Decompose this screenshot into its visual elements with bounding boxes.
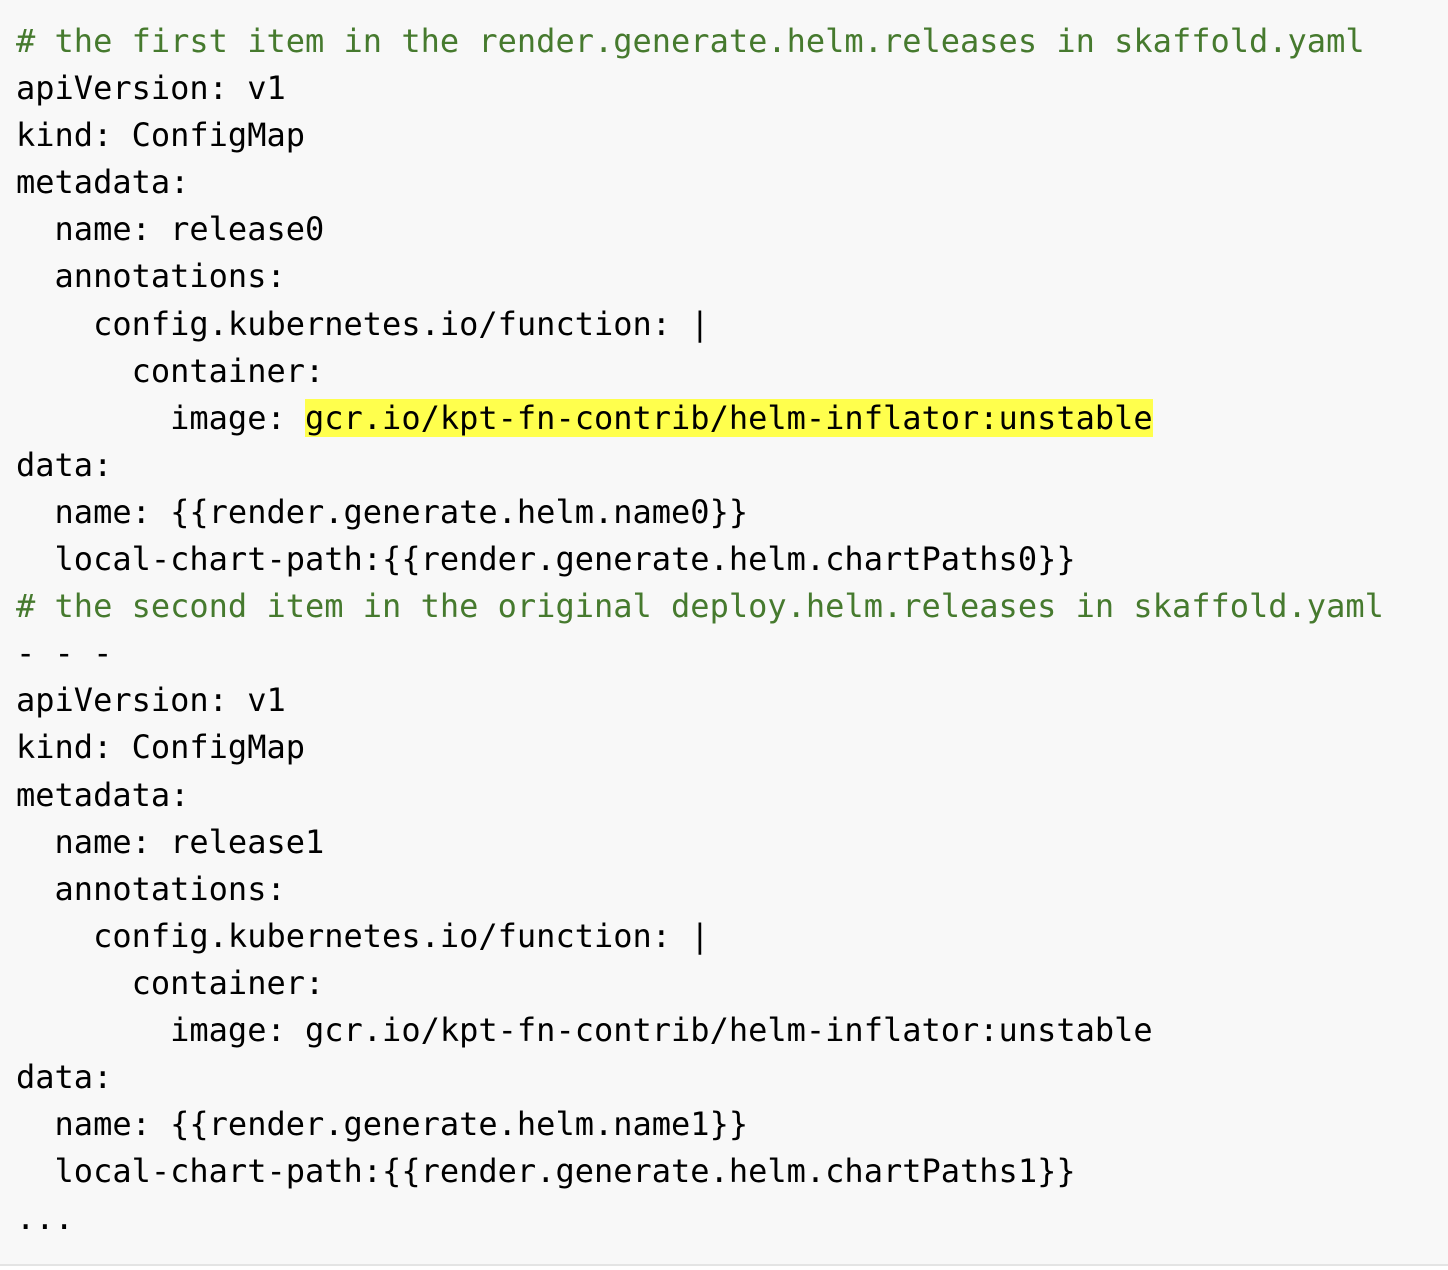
line-text: data: (16, 1058, 113, 1097)
code-line: name: release0 (16, 206, 1448, 253)
line-text: name: {{render.generate.helm.name1}} (54, 1105, 749, 1144)
code-line: metadata: (16, 772, 1448, 819)
line-text: container: (131, 963, 325, 1002)
line-text: name: release1 (54, 822, 325, 861)
document-separator: - - - (16, 630, 1448, 677)
line-text: # the first item in the render.generate.… (16, 22, 1365, 60)
line-text: annotations: (54, 257, 286, 296)
code-line: data: (16, 442, 1448, 489)
code-line-comment: # the first item in the render.generate.… (16, 18, 1448, 65)
code-line: image: gcr.io/kpt-fn-contrib/helm-inflat… (16, 395, 1448, 442)
code-line: kind: ConfigMap (16, 112, 1448, 159)
line-text: local-chart-path:{{render.generate.helm.… (54, 1152, 1076, 1191)
line-text: - - - (16, 634, 113, 673)
code-line: apiVersion: v1 (16, 677, 1448, 724)
code-line: local-chart-path:{{render.generate.helm.… (16, 536, 1448, 583)
line-text: config.kubernetes.io/function: | (93, 916, 710, 955)
code-line-ellipsis: ... (16, 1195, 1448, 1242)
code-line: annotations: (16, 866, 1448, 913)
code-line: container: (16, 960, 1448, 1007)
code-line-comment: # the second item in the original deploy… (16, 583, 1448, 630)
code-line: config.kubernetes.io/function: | (16, 913, 1448, 960)
line-text: image: (170, 398, 305, 437)
line-text: image: gcr.io/kpt-fn-contrib/helm-inflat… (170, 1010, 1153, 1049)
code-line: image: gcr.io/kpt-fn-contrib/helm-inflat… (16, 1007, 1448, 1054)
code-line: apiVersion: v1 (16, 65, 1448, 112)
code-line: local-chart-path:{{render.generate.helm.… (16, 1148, 1448, 1195)
line-text: metadata: (16, 163, 190, 202)
line-text: # the second item in the original deploy… (16, 587, 1384, 626)
line-text: name: release0 (54, 210, 325, 249)
line-text: kind: ConfigMap (16, 728, 305, 767)
line-text: annotations: (54, 869, 286, 908)
code-line: container: (16, 348, 1448, 395)
code-line: kind: ConfigMap (16, 724, 1448, 771)
line-text: apiVersion: v1 (16, 69, 286, 108)
code-line: metadata: (16, 159, 1448, 206)
yaml-code-block: # the first item in the render.generate.… (0, 0, 1448, 1266)
line-text: local-chart-path:{{render.generate.helm.… (54, 540, 1076, 579)
line-text: kind: ConfigMap (16, 116, 305, 155)
highlighted-image-value: gcr.io/kpt-fn-contrib/helm-inflator:unst… (304, 398, 1153, 437)
line-text: apiVersion: v1 (16, 681, 286, 720)
line-text: metadata: (16, 775, 190, 814)
line-text: ... (16, 1199, 74, 1238)
code-line: name: {{render.generate.helm.name1}} (16, 1101, 1448, 1148)
code-line: annotations: (16, 253, 1448, 300)
line-text: container: (131, 351, 325, 390)
code-line: name: release1 (16, 819, 1448, 866)
line-text: config.kubernetes.io/function: | (93, 304, 710, 343)
line-text: data: (16, 445, 113, 484)
line-text: name: {{render.generate.helm.name0}} (54, 492, 749, 531)
code-line: data: (16, 1054, 1448, 1101)
code-line: name: {{render.generate.helm.name0}} (16, 489, 1448, 536)
code-line: config.kubernetes.io/function: | (16, 301, 1448, 348)
